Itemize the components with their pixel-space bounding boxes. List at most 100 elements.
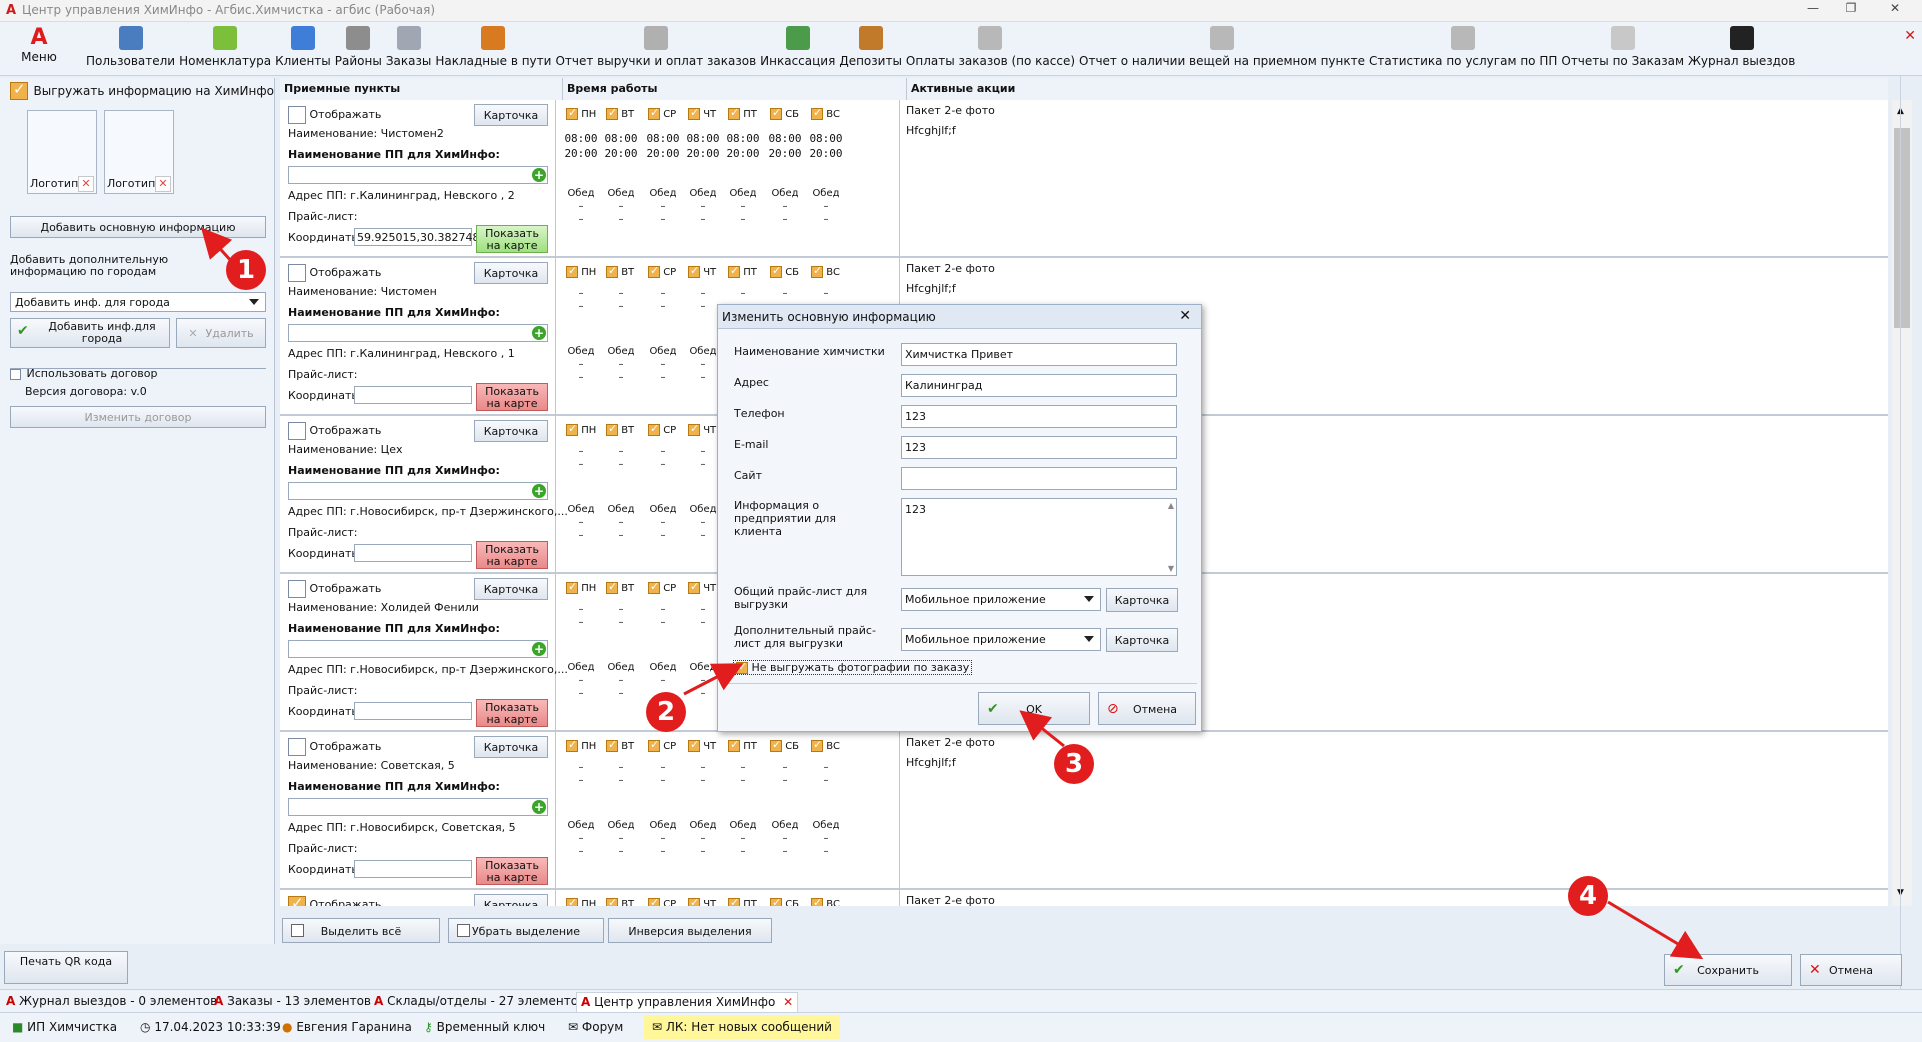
toolbar-item[interactable]: Инкассация xyxy=(758,26,837,74)
export-toggle[interactable]: Выгружать информацию на ХимИнфо xyxy=(10,80,274,100)
no-photos-toggle[interactable]: Не выгружать фотографии по заказу xyxy=(733,660,973,675)
day-checkbox[interactable] xyxy=(688,738,700,752)
day-toggle[interactable]: ВС xyxy=(811,106,840,120)
extra-price-list-card-button[interactable]: Карточка xyxy=(1106,628,1178,652)
add-icon[interactable]: + xyxy=(532,484,546,498)
pp-name-input[interactable] xyxy=(288,640,548,658)
address-field[interactable]: Калининград xyxy=(901,374,1177,397)
pp-name-input[interactable] xyxy=(288,482,548,500)
toolbar-item[interactable]: Оплаты заказов (по кассе) xyxy=(904,26,1077,74)
day-checkbox[interactable] xyxy=(648,896,660,906)
export-checkbox[interactable] xyxy=(10,80,28,100)
show-toggle[interactable]: Отображать xyxy=(288,894,381,906)
day-toggle[interactable]: СР xyxy=(648,580,676,594)
day-checkbox[interactable] xyxy=(566,422,578,436)
day-toggle[interactable]: ВТ xyxy=(606,896,634,906)
day-toggle[interactable]: ЧТ xyxy=(688,580,716,594)
day-toggle[interactable]: ЧТ xyxy=(688,738,716,752)
logo-slot-1[interactable]: Логотип ✕ xyxy=(27,110,97,194)
toolbar-item[interactable]: Депозиты xyxy=(837,26,904,74)
invert-selection-button[interactable]: Инверсия выделения xyxy=(608,918,772,943)
day-toggle[interactable]: СБ xyxy=(770,106,799,120)
day-toggle[interactable]: ВС xyxy=(811,264,840,278)
day-checkbox[interactable] xyxy=(648,106,660,120)
dialog-ok-button[interactable]: ✔ OK xyxy=(978,692,1090,725)
day-checkbox[interactable] xyxy=(606,896,618,906)
show-toggle[interactable]: Отображать xyxy=(288,264,381,282)
day-checkbox[interactable] xyxy=(811,896,823,906)
city-select[interactable]: Добавить инф. для города xyxy=(10,292,266,312)
day-checkbox[interactable] xyxy=(688,106,700,120)
day-checkbox[interactable] xyxy=(728,106,740,120)
add-icon[interactable]: + xyxy=(532,168,546,182)
remove-logo-icon[interactable]: ✕ xyxy=(78,176,94,192)
day-checkbox[interactable] xyxy=(648,580,660,594)
day-checkbox[interactable] xyxy=(566,580,578,594)
day-toggle[interactable]: СР xyxy=(648,422,676,436)
day-checkbox[interactable] xyxy=(606,738,618,752)
tab-chiminfo[interactable]: A Центр управления ХимИнфо ✕ xyxy=(576,992,799,1012)
site-field[interactable] xyxy=(901,467,1177,490)
day-toggle[interactable]: СБ xyxy=(770,896,799,906)
show-on-map-button[interactable]: Показать на карте xyxy=(476,699,548,727)
pp-name-input[interactable] xyxy=(288,798,548,816)
show-checkbox[interactable] xyxy=(288,106,306,124)
show-checkbox[interactable] xyxy=(288,422,306,440)
print-qr-button[interactable]: Печать QR кода xyxy=(4,951,128,984)
extra-price-list-select[interactable]: Мобильное приложение xyxy=(901,628,1101,651)
price-list-select[interactable]: Мобильное приложение xyxy=(901,588,1101,611)
day-checkbox[interactable] xyxy=(566,106,578,120)
day-toggle[interactable]: ВТ xyxy=(606,422,634,436)
add-main-info-button[interactable]: Добавить основную информацию xyxy=(10,216,266,238)
coords-input[interactable] xyxy=(354,386,472,404)
day-toggle[interactable]: ВТ xyxy=(606,738,634,752)
show-on-map-button[interactable]: Показать на карте xyxy=(476,857,548,885)
show-checkbox[interactable] xyxy=(288,738,306,756)
logo-slot-2[interactable]: Логотип ✕ xyxy=(104,110,174,194)
scroll-up-icon[interactable]: ▲ xyxy=(1168,501,1174,510)
day-checkbox[interactable] xyxy=(728,896,740,906)
day-checkbox[interactable] xyxy=(770,106,782,120)
day-checkbox[interactable] xyxy=(770,738,782,752)
day-checkbox[interactable] xyxy=(728,738,740,752)
day-toggle[interactable]: СР xyxy=(648,738,676,752)
show-toggle[interactable]: Отображать xyxy=(288,106,381,124)
day-checkbox[interactable] xyxy=(770,896,782,906)
pp-name-input[interactable] xyxy=(288,324,548,342)
toolbar-item[interactable]: Накладные в пути xyxy=(433,26,553,74)
show-on-map-button[interactable]: Показать на карте xyxy=(476,383,548,411)
day-checkbox[interactable] xyxy=(648,264,660,278)
day-checkbox[interactable] xyxy=(606,264,618,278)
day-toggle[interactable]: ЧТ xyxy=(688,264,716,278)
add-icon[interactable]: + xyxy=(532,326,546,340)
day-toggle[interactable]: ВТ xyxy=(606,264,634,278)
day-toggle[interactable]: СР xyxy=(648,106,676,120)
price-list-card-button[interactable]: Карточка xyxy=(1106,588,1178,612)
day-checkbox[interactable] xyxy=(811,264,823,278)
day-toggle[interactable]: ВТ xyxy=(606,106,634,120)
day-toggle[interactable]: ЧТ xyxy=(688,422,716,436)
use-contract-toggle[interactable]: Использовать договор xyxy=(10,367,157,380)
coords-input[interactable] xyxy=(354,544,472,562)
tab-trips[interactable]: A Журнал выездов - 0 элементов xyxy=(2,992,221,1012)
card-button[interactable]: Карточка xyxy=(474,104,548,126)
info-textarea[interactable]: 123 ▲ ▼ xyxy=(901,498,1177,576)
use-contract-checkbox[interactable] xyxy=(10,368,21,380)
close-window-button[interactable]: ✕ xyxy=(1878,1,1912,19)
day-toggle[interactable]: ЧТ xyxy=(688,106,716,120)
day-checkbox[interactable] xyxy=(728,264,740,278)
day-toggle[interactable]: ПТ xyxy=(728,106,757,120)
close-tab-icon[interactable]: ✕ xyxy=(1904,28,1916,44)
delete-button[interactable]: ✕ Удалить xyxy=(176,318,266,348)
toolbar-item[interactable]: Статистика по услугам по ПП xyxy=(1367,26,1559,74)
card-button[interactable]: Карточка xyxy=(474,894,548,906)
day-checkbox[interactable] xyxy=(688,422,700,436)
select-all-button[interactable]: Выделить всё xyxy=(282,918,440,943)
phone-field[interactable]: 123 xyxy=(901,405,1177,428)
show-checkbox[interactable] xyxy=(288,264,306,282)
show-toggle[interactable]: Отображать xyxy=(288,580,381,598)
day-toggle[interactable]: СБ xyxy=(770,738,799,752)
day-toggle[interactable]: ПН xyxy=(566,106,596,120)
toolbar-item[interactable]: Районы xyxy=(333,26,384,74)
day-toggle[interactable]: СР xyxy=(648,896,676,906)
